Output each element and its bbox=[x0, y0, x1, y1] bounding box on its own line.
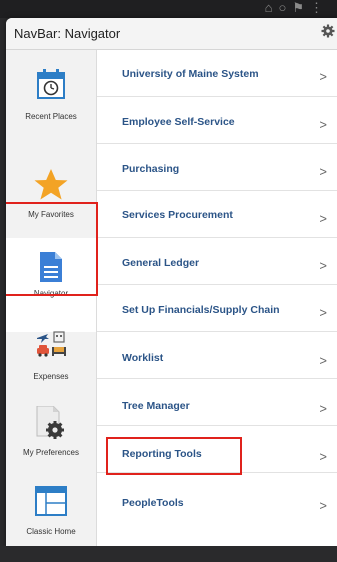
menu-item-label: Purchasing bbox=[122, 163, 180, 175]
menu-item-university-of-maine-system[interactable]: University of Maine System > bbox=[97, 50, 337, 97]
chevron-right-icon: > bbox=[319, 117, 327, 132]
menu-item-set-up-financials-supply-chain[interactable]: Set Up Financials/Supply Chain > bbox=[97, 285, 337, 332]
search-icon[interactable]: ○ bbox=[278, 0, 292, 15]
menu-item-tree-manager[interactable]: Tree Manager > bbox=[97, 379, 337, 426]
tile-label-classic-home: Classic Home bbox=[26, 527, 76, 536]
menu-item-label: PeopleTools bbox=[122, 497, 184, 509]
menu-item-label: University of Maine System bbox=[122, 68, 259, 80]
navigator-panel: NavBar: Navigator Recent Places My Favor… bbox=[6, 18, 337, 546]
reporting-tools-highlight-box bbox=[106, 437, 242, 475]
chevron-right-icon: > bbox=[319, 449, 327, 464]
menu-item-purchasing[interactable]: Purchasing > bbox=[97, 144, 337, 191]
left-tile-column: Recent Places My Favorites Navigator Exp… bbox=[6, 50, 97, 546]
menu-item-label: Set Up Financials/Supply Chain bbox=[122, 304, 280, 316]
preferences-icon bbox=[6, 406, 96, 440]
panel-header: NavBar: Navigator bbox=[6, 18, 337, 50]
navigator-highlight-box bbox=[6, 202, 98, 296]
calendar-clock-icon bbox=[6, 68, 96, 100]
expenses-icon bbox=[6, 330, 96, 360]
chevron-right-icon: > bbox=[319, 258, 327, 273]
chevron-right-icon: > bbox=[319, 498, 327, 513]
chevron-right-icon: > bbox=[319, 305, 327, 320]
menu-item-peopletools[interactable]: PeopleTools > bbox=[97, 473, 337, 520]
menu-item-label: Tree Manager bbox=[122, 400, 190, 412]
tile-classic-home[interactable]: Classic Home bbox=[6, 480, 96, 546]
menu-item-label: General Ledger bbox=[122, 257, 200, 269]
top-icons: ⌂○⚑⋮ bbox=[265, 0, 329, 15]
menu-item-employee-self-service[interactable]: Employee Self-Service > bbox=[97, 97, 337, 144]
menu-item-label: Services Procurement bbox=[122, 209, 233, 221]
chevron-right-icon: > bbox=[319, 211, 327, 226]
tile-label-my-preferences: My Preferences bbox=[22, 448, 80, 457]
tile-recent-places[interactable]: Recent Places bbox=[6, 50, 96, 144]
top-strip: ⌂○⚑⋮ bbox=[0, 0, 337, 18]
menu-item-label: Worklist bbox=[122, 352, 164, 364]
menu-item-worklist[interactable]: Worklist > bbox=[97, 332, 337, 379]
gear-icon[interactable] bbox=[321, 24, 335, 38]
tile-label-expenses: Expenses bbox=[33, 372, 69, 381]
chevron-right-icon: > bbox=[319, 164, 327, 179]
menu-item-general-ledger[interactable]: General Ledger > bbox=[97, 238, 337, 285]
menu-item-services-procurement[interactable]: Services Procurement > bbox=[97, 191, 337, 238]
menu-item-label: Employee Self-Service bbox=[122, 116, 235, 128]
tile-expenses[interactable]: Expenses bbox=[6, 306, 96, 400]
tile-label-recent-places: Recent Places bbox=[25, 112, 77, 121]
chevron-right-icon: > bbox=[319, 401, 327, 416]
home-icon[interactable]: ⌂ bbox=[265, 0, 279, 15]
bottom-strip bbox=[0, 546, 337, 562]
flag-icon[interactable]: ⚑ bbox=[292, 0, 310, 15]
panel-title: NavBar: Navigator bbox=[14, 26, 121, 41]
chevron-right-icon: > bbox=[319, 69, 327, 84]
chevron-right-icon: > bbox=[319, 353, 327, 368]
star-icon bbox=[6, 168, 96, 202]
window-icon bbox=[6, 486, 96, 516]
more-icon[interactable]: ⋮ bbox=[310, 0, 329, 15]
